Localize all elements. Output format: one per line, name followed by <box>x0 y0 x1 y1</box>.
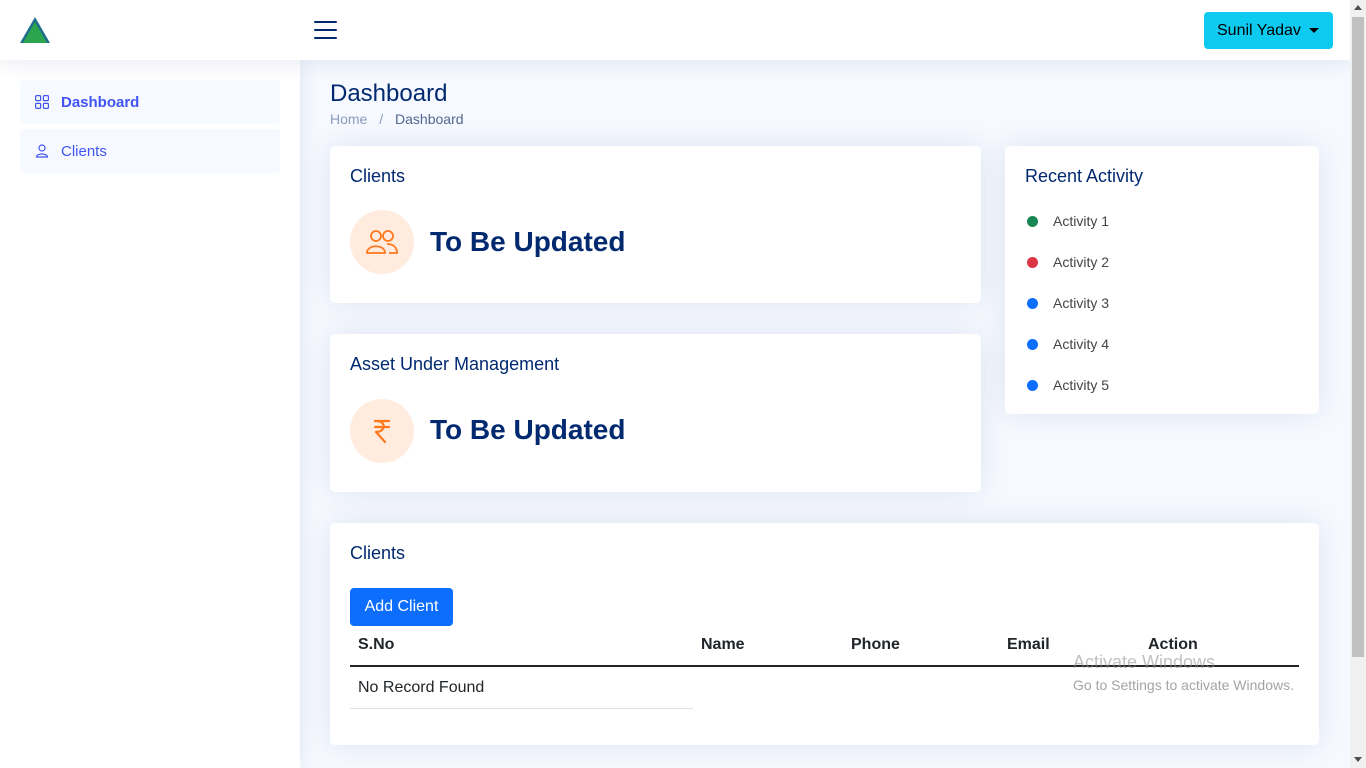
activity-label: Activity 5 <box>1053 377 1110 393</box>
aum-value: To Be Updated <box>430 414 626 445</box>
recent-activity-card: Recent Activity Activity 1 Activity 2 Ac… <box>1005 146 1319 414</box>
menu-toggle-icon[interactable] <box>314 19 338 41</box>
scroll-down-icon[interactable] <box>1354 757 1362 762</box>
logo-icon[interactable] <box>19 16 51 44</box>
breadcrumb-home-link[interactable]: Home <box>330 111 367 127</box>
activity-label: Activity 2 <box>1053 254 1110 270</box>
card-title: Asset Under Management <box>350 354 560 374</box>
scroll-up-icon[interactable] <box>1354 5 1362 10</box>
clients-table-card: Clients Add Client S.No Name Phone Email… <box>330 523 1319 745</box>
sidebar-item-label: Dashboard <box>61 93 140 111</box>
breadcrumb-separator: / <box>379 111 384 127</box>
clients-count: To Be Updated <box>430 226 626 257</box>
activity-label: Activity 3 <box>1053 295 1110 311</box>
card-title: Clients <box>350 166 406 186</box>
activity-item: Activity 2 <box>1027 254 1109 270</box>
user-name: Sunil Yadav <box>1217 21 1301 39</box>
status-dot-icon <box>1027 256 1038 268</box>
activity-item: Activity 4 <box>1027 336 1109 352</box>
add-client-button[interactable]: Add Client <box>350 588 453 626</box>
chevron-down-icon <box>1308 28 1319 33</box>
activity-label: Activity 4 <box>1053 336 1110 352</box>
card-title: Recent Activity <box>1025 166 1144 186</box>
column-header-email: Email <box>1007 636 1050 653</box>
column-header-name: Name <box>701 636 745 653</box>
user-menu-button[interactable]: Sunil Yadav <box>1204 12 1333 49</box>
sidebar-item-dashboard[interactable]: Dashboard <box>20 80 280 124</box>
sidebar-item-label: Clients <box>61 142 107 160</box>
table-row-divider <box>350 708 693 709</box>
empty-table-message: No Record Found <box>358 679 485 696</box>
activity-item: Activity 1 <box>1027 213 1109 229</box>
column-header-phone: Phone <box>851 636 900 653</box>
sidebar: Dashboard Clients <box>0 60 300 768</box>
activity-item: Activity 5 <box>1027 377 1109 393</box>
column-header-sno: S.No <box>358 636 395 653</box>
status-dot-icon <box>1027 215 1038 227</box>
breadcrumb: Home / Dashboard <box>330 111 464 127</box>
rupee-icon <box>350 399 414 463</box>
page-title: Dashboard <box>330 80 448 107</box>
grid-icon <box>35 95 49 109</box>
scroll-thumb[interactable] <box>1352 17 1364 657</box>
aum-card: Asset Under Management To Be Updated <box>330 334 981 492</box>
breadcrumb-current: Dashboard <box>395 111 464 127</box>
activate-windows-subtitle: Go to Settings to activate Windows. <box>1073 677 1294 693</box>
status-dot-icon <box>1027 297 1038 309</box>
person-icon <box>35 144 49 158</box>
page-scrollbar[interactable] <box>1350 0 1366 768</box>
activity-label: Activity 1 <box>1053 213 1110 229</box>
activate-windows-title: Activate Windows <box>1073 652 1216 672</box>
activity-item: Activity 3 <box>1027 295 1109 311</box>
people-icon <box>350 210 414 274</box>
card-title: Clients <box>350 543 406 563</box>
status-dot-icon <box>1027 338 1038 350</box>
sidebar-item-clients[interactable]: Clients <box>20 129 280 173</box>
top-header: Sunil Yadav <box>0 0 1350 60</box>
status-dot-icon <box>1027 379 1038 391</box>
clients-card: Clients To Be Updated <box>330 146 981 303</box>
